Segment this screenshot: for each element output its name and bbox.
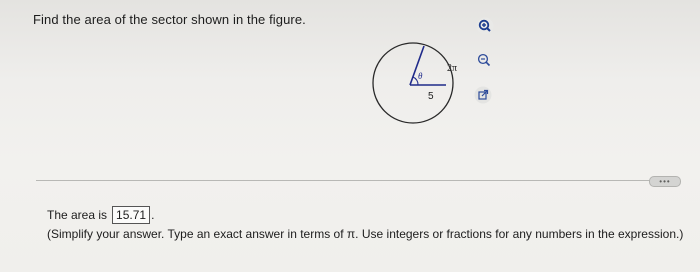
answer-suffix: . <box>151 208 155 222</box>
question-text: Find the area of the sector shown in the… <box>33 12 306 27</box>
answer-line: The area is 15.71 . <box>47 206 154 224</box>
popout-button[interactable] <box>473 85 493 105</box>
section-divider <box>36 180 680 181</box>
answer-prefix: The area is <box>47 208 108 222</box>
zoom-out-button[interactable] <box>474 50 494 70</box>
zoom-in-icon <box>476 17 494 35</box>
zoom-out-icon <box>477 53 491 67</box>
circle-outline <box>372 42 454 124</box>
angle-label: θ <box>418 71 423 81</box>
answer-input[interactable]: 15.71 <box>112 206 151 224</box>
arc-label: 2π <box>447 63 457 74</box>
more-options-button[interactable]: ••• <box>649 176 681 187</box>
radius-label: 5 <box>428 91 434 102</box>
instruction-text: (Simplify your answer. Type an exact ans… <box>47 227 684 241</box>
popout-icon <box>474 86 492 104</box>
zoom-in-button[interactable] <box>475 16 495 36</box>
